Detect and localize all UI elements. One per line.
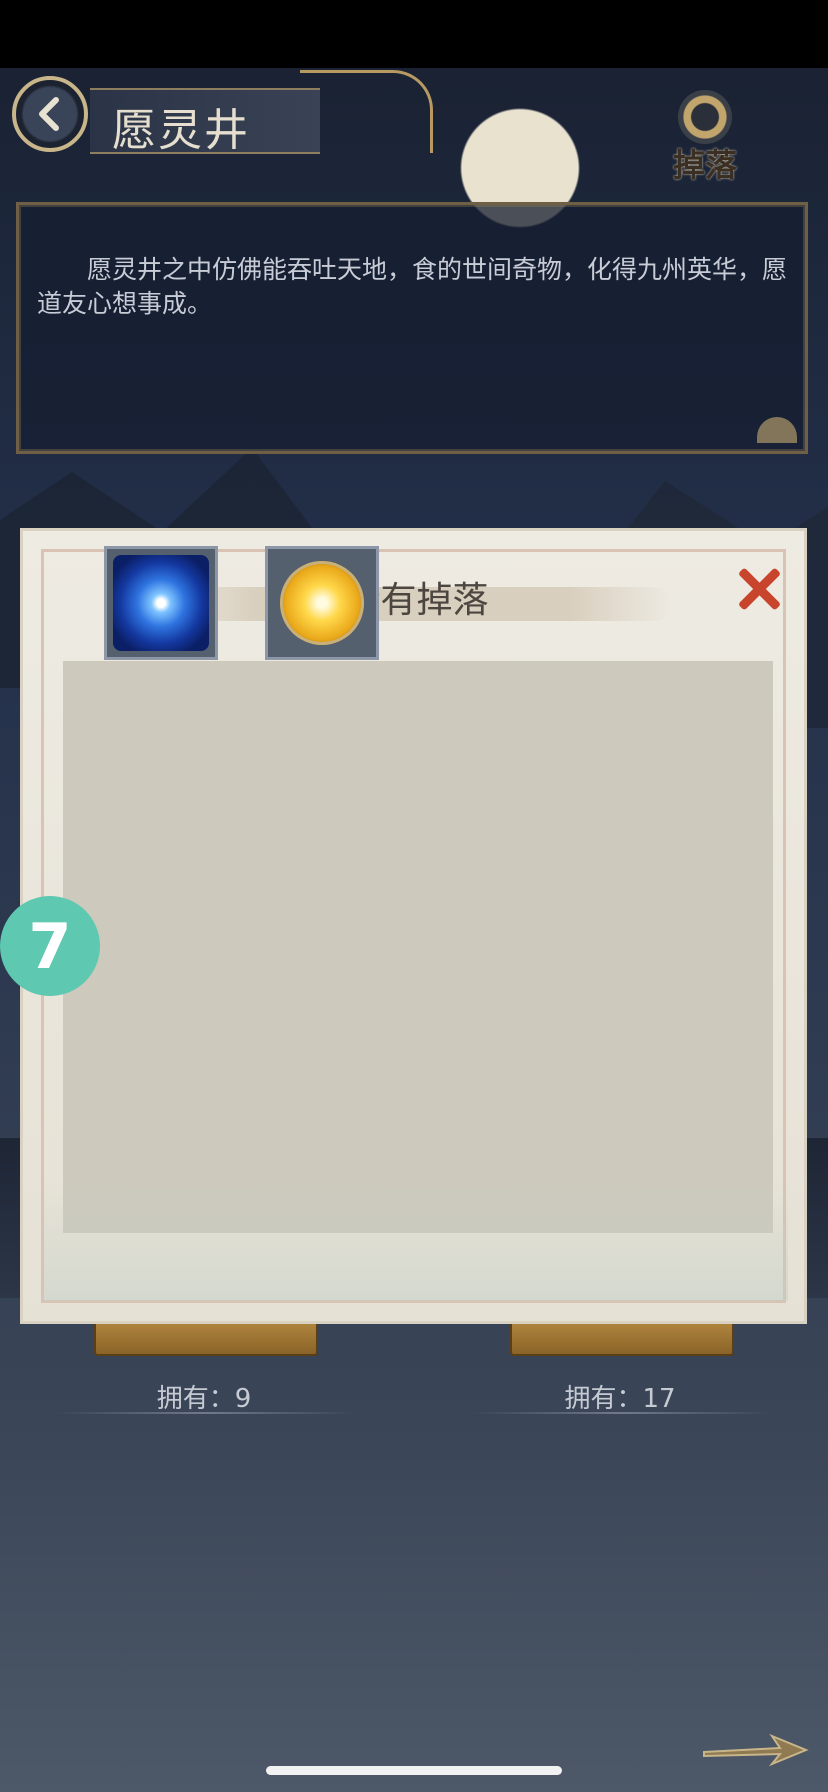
chevron-left-icon (39, 97, 59, 131)
blue-orb-icon (113, 555, 209, 651)
gold-orb-icon (280, 561, 364, 645)
right-owned-count: 拥有：17 (564, 1384, 676, 1414)
arrow-right-icon[interactable] (700, 1730, 810, 1770)
floating-assistant-button[interactable]: 7 (0, 896, 100, 996)
drop-label: 掉落 (672, 146, 737, 184)
back-button[interactable] (12, 76, 88, 152)
description-decoration (757, 417, 797, 443)
modal-landscape (43, 1181, 788, 1301)
close-button[interactable] (733, 563, 785, 615)
badge-number: 7 (28, 909, 72, 983)
item-slot-gold-orb[interactable] (265, 546, 379, 660)
description-text: 愿灵井之中仿佛能吞吐天地，食的世间奇物，化得九州英华，愿道友心想事成。 (37, 255, 788, 318)
status-bar (0, 0, 828, 68)
description-box: 愿灵井之中仿佛能吞吐天地，食的世间奇物，化得九州英华，愿道友心想事成。 (16, 202, 808, 454)
item-panel (63, 661, 773, 1233)
divider-right (472, 1412, 772, 1414)
home-indicator[interactable] (266, 1766, 562, 1775)
gear-icon (678, 90, 732, 144)
item-slot-blue-orb[interactable] (104, 546, 218, 660)
divider-left (56, 1412, 356, 1414)
drop-button[interactable]: 掉落 (660, 90, 750, 190)
page-title: 愿灵井 (112, 105, 250, 156)
left-owned-count: 拥有：9 (156, 1384, 252, 1414)
